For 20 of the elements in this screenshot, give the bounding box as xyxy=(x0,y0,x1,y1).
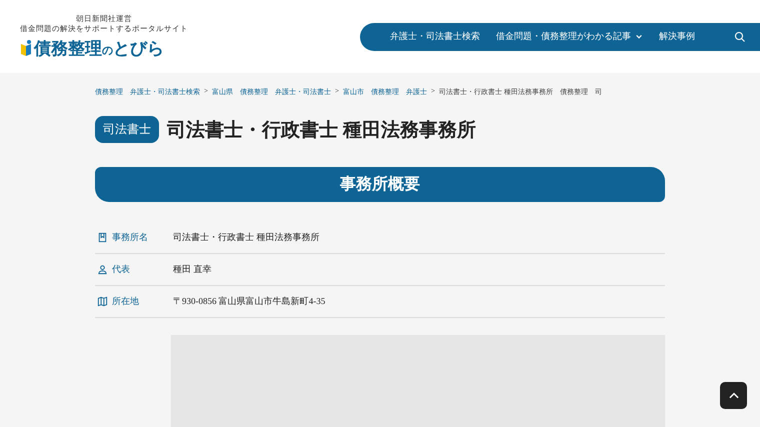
scroll-top-button[interactable] xyxy=(720,382,747,409)
search-button[interactable] xyxy=(734,30,746,42)
category-badge: 司法書士 xyxy=(95,116,159,143)
label-text: 代表 xyxy=(112,263,130,276)
map-icon xyxy=(97,296,108,307)
field-value: 〒930-0856 富山県富山市牛島新町4-35 xyxy=(173,295,326,308)
logo-icon xyxy=(20,40,32,56)
label-text: 事務所名 xyxy=(112,231,148,244)
nav-link[interactable]: 弁護士・司法書士検索 xyxy=(390,30,480,43)
chevron-down-icon xyxy=(635,32,643,40)
label-text: 所在地 xyxy=(112,295,139,308)
nav-link[interactable]: 解決事例 xyxy=(659,30,695,43)
section-heading: 事務所概要 xyxy=(95,167,665,202)
person-icon xyxy=(97,264,108,275)
site-logo[interactable]: 債務整理の とびら xyxy=(34,36,164,60)
field-value: 司法書士・行政書士 種田法務事務所 xyxy=(173,231,320,244)
nav-link[interactable]: 借金問題・債務整理がわかる記事 xyxy=(496,30,643,43)
page-title: 司法書士・行政書士 種田法務事務所 xyxy=(167,118,476,142)
bookmark-icon xyxy=(97,232,108,243)
field-value: 種田 直幸 xyxy=(173,263,212,276)
